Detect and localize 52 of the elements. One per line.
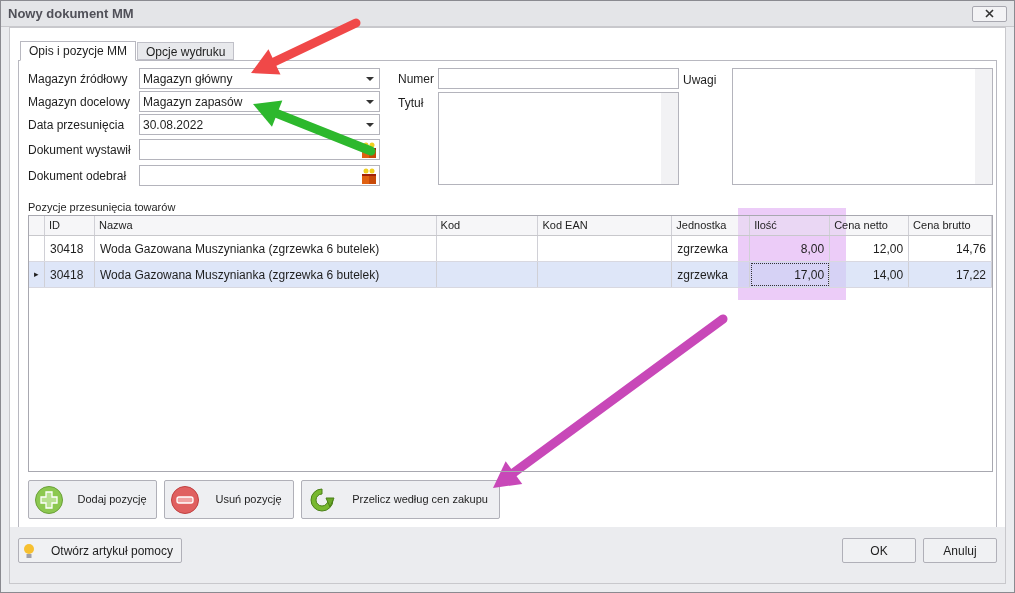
column-header[interactable]: Kod EAN — [538, 216, 673, 235]
field-label: Data przesunięcia — [28, 116, 126, 134]
dropdown-arrow-icon — [366, 122, 374, 127]
table-cell: 30418 — [45, 262, 95, 287]
text-area[interactable] — [438, 92, 679, 185]
dropdown-arrow-icon — [366, 76, 374, 81]
button[interactable]: Przelicz według cen zakupu — [301, 480, 500, 519]
table-cell: Woda Gazowana Muszynianka (zgrzewka 6 butelek) — [94, 236, 437, 261]
dropdown-arrow-icon — [366, 99, 374, 104]
field-label: Magazyn źródłowy — [28, 70, 129, 88]
dropdown-field[interactable]: Magazyn główny — [139, 68, 380, 89]
scrollbar[interactable] — [661, 93, 678, 184]
section-title: Pozycje przesunięcia towarów — [28, 200, 177, 214]
field-value: 30.08.2022 — [143, 116, 204, 134]
window-title: Nowy dokument MM — [8, 4, 134, 23]
lightbulb-icon — [23, 542, 35, 559]
field-label: Magazyn docelowy — [28, 93, 132, 111]
picker-field[interactable] — [139, 139, 380, 160]
field-value: Magazyn zapasów — [143, 93, 243, 111]
table-cell: 30418 — [45, 236, 95, 261]
plus-icon — [34, 484, 64, 515]
people-icon — [361, 141, 377, 158]
field-label: Numer — [398, 70, 435, 88]
field-label: Dokument wystawił — [28, 141, 132, 159]
picker-field[interactable] — [139, 165, 380, 186]
button[interactable]: OK — [842, 538, 916, 563]
people-icon — [361, 167, 377, 184]
tab[interactable]: Opcje wydruku — [137, 42, 235, 60]
scrollbar[interactable] — [975, 69, 992, 184]
close-button[interactable] — [972, 5, 1007, 22]
field-label: Dokument odebrał — [28, 167, 128, 185]
column-header[interactable]: Nazwa — [94, 216, 437, 235]
close-icon — [985, 9, 994, 18]
tab[interactable]: Opis i pozycje MM — [20, 41, 137, 61]
minus-icon — [170, 484, 200, 515]
row-indicator-icon: ▸ — [34, 267, 39, 282]
input-field[interactable] — [438, 68, 679, 89]
field-label: Uwagi — [683, 72, 718, 89]
field-label: Tytuł — [398, 95, 425, 112]
button[interactable]: Dodaj pozycję — [28, 480, 157, 519]
column-header[interactable]: Cena brutto — [909, 216, 992, 235]
help-button[interactable]: Otwórz artykuł pomocy — [18, 538, 182, 563]
button[interactable]: Anuluj — [923, 538, 997, 563]
field-value: Magazyn główny — [143, 70, 233, 88]
table-cell: Woda Gazowana Muszynianka (zgrzewka 6 butelek) — [94, 262, 437, 287]
column-header[interactable]: Kod — [436, 216, 539, 235]
button[interactable]: Usuń pozycję — [164, 480, 294, 519]
text-area[interactable] — [732, 68, 993, 185]
dropdown-field[interactable]: Magazyn zapasów — [139, 91, 380, 112]
table-cell: 17,22 — [909, 262, 992, 287]
column-header[interactable]: ID — [45, 216, 95, 235]
table-cell: 14,76 — [909, 236, 992, 261]
